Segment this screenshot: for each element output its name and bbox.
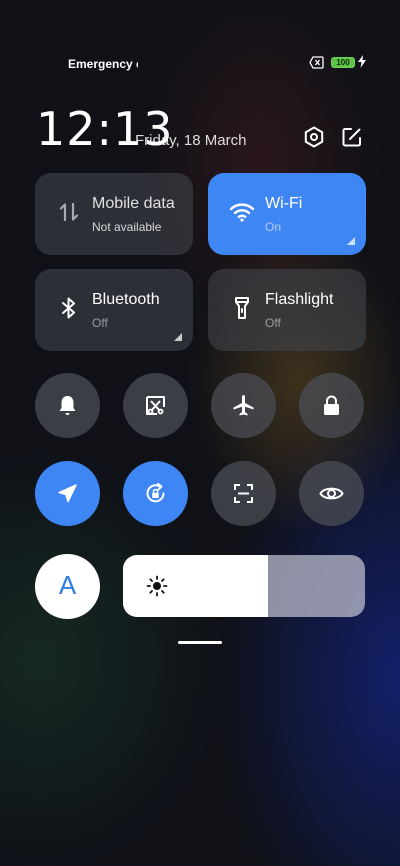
expand-corner-icon[interactable]: [347, 237, 355, 245]
drag-handle[interactable]: [178, 641, 222, 644]
location-toggle[interactable]: [35, 461, 100, 526]
lock-icon: [324, 395, 339, 415]
battery-icon: 100: [331, 57, 355, 68]
reading-mode-toggle[interactable]: [299, 461, 364, 526]
screenshot-toggle[interactable]: [123, 373, 188, 438]
scanner-toggle[interactable]: [211, 461, 276, 526]
screenshot-icon: [146, 396, 165, 415]
airplane-icon: [233, 395, 254, 416]
wifi-icon: [229, 203, 255, 222]
carrier-label: Emergency c: [68, 57, 138, 71]
auto-brightness-button[interactable]: A: [35, 554, 100, 619]
flashlight-icon: [235, 297, 249, 319]
eye-icon: [319, 487, 344, 500]
mobile-data-tile[interactable]: Mobile data Not available: [35, 173, 193, 255]
expand-corner-icon[interactable]: [174, 333, 182, 341]
edit-icon[interactable]: [340, 125, 364, 149]
settings-icon[interactable]: [302, 125, 326, 149]
bluetooth-label: Bluetooth: [92, 291, 160, 308]
flashlight-label: Flashlight: [265, 291, 334, 308]
scanner-icon: [234, 484, 253, 503]
airplane-toggle[interactable]: [211, 373, 276, 438]
bluetooth-tile[interactable]: Bluetooth Off: [35, 269, 193, 351]
wifi-tile[interactable]: Wi-Fi On: [208, 173, 366, 255]
brightness-slider[interactable]: [123, 555, 365, 617]
mobile-data-label: Mobile data: [92, 195, 175, 212]
mobile-data-icon: [59, 202, 79, 222]
no-sim-icon: [309, 56, 324, 69]
bell-icon: [59, 396, 76, 415]
auto-brightness-label: A: [58, 570, 77, 600]
flashlight-tile[interactable]: Flashlight Off: [208, 269, 366, 351]
wifi-status: On: [265, 220, 282, 234]
status-bar: Emergency c 100: [0, 54, 400, 74]
charging-icon: [358, 55, 366, 68]
mobile-data-status: Not available: [92, 220, 162, 234]
flashlight-status: Off: [265, 316, 281, 330]
bluetooth-status: Off: [92, 316, 108, 330]
rotation-lock-toggle[interactable]: [123, 461, 188, 526]
location-icon: [58, 484, 77, 503]
sun-icon: [146, 575, 168, 597]
battery-level: 100: [336, 58, 350, 67]
wifi-label: Wi-Fi: [265, 195, 303, 212]
rotation-lock-icon: [146, 483, 165, 503]
bluetooth-icon: [62, 297, 75, 319]
silent-toggle[interactable]: [35, 373, 100, 438]
lock-toggle[interactable]: [299, 373, 364, 438]
date-label: Friday, 18 March: [135, 132, 247, 149]
